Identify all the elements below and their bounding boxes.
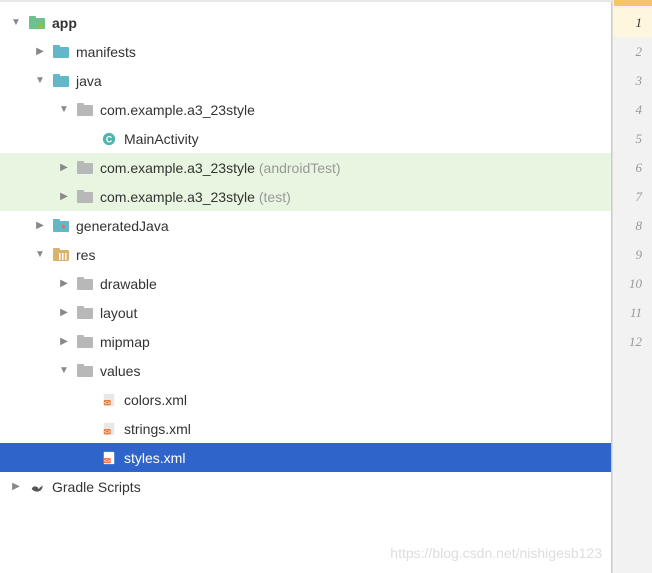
tree-item-label: styles.xml <box>124 450 185 466</box>
package-icon <box>76 102 94 118</box>
tree-item-manifests[interactable]: ▶ manifests <box>0 37 611 66</box>
tree-item-layout[interactable]: ▶ layout <box>0 298 611 327</box>
tree-item-label: drawable <box>100 276 157 292</box>
gutter-line-number: 2 <box>613 37 652 66</box>
xml-icon: <> <box>100 421 118 437</box>
tree-item-styles-xml[interactable]: <> styles.xml <box>0 443 611 472</box>
tree-item-com-example-a3-23style[interactable]: ▶ com.example.a3_23style(test) <box>0 182 611 211</box>
tree-item-label: com.example.a3_23style <box>100 102 255 118</box>
gutter-line-number: 4 <box>613 95 652 124</box>
xml-icon: <> <box>100 450 118 466</box>
package-icon <box>76 160 94 176</box>
tree-item-label: mipmap <box>100 334 150 350</box>
tree-item-drawable[interactable]: ▶ drawable <box>0 269 611 298</box>
package-icon <box>76 276 94 292</box>
tree-item-label: generatedJava <box>76 218 169 234</box>
gutter-line-number: 6 <box>613 153 652 182</box>
tree-item-suffix: (test) <box>259 189 291 205</box>
package-icon <box>76 363 94 379</box>
package-icon <box>76 189 94 205</box>
chevron-down-icon[interactable]: ▼ <box>56 102 72 118</box>
gutter-line-number: 10 <box>613 269 652 298</box>
tree-item-label: com.example.a3_23style <box>100 189 255 205</box>
chevron-right-icon[interactable]: ▶ <box>56 276 72 292</box>
folder-teal-icon <box>52 44 70 60</box>
tree-item-colors-xml[interactable]: <> colors.xml <box>0 385 611 414</box>
tree-item-app[interactable]: ▼ app <box>0 8 611 37</box>
tree-item-mainactivity[interactable]: C MainActivity <box>0 124 611 153</box>
svg-text:<>: <> <box>104 429 110 435</box>
package-icon <box>76 334 94 350</box>
tree-item-values[interactable]: ▼ values <box>0 356 611 385</box>
chevron-right-icon[interactable]: ▶ <box>32 218 48 234</box>
tree-item-label: res <box>76 247 95 263</box>
gutter-line-number: 12 <box>613 327 652 356</box>
gutter-line-number: 7 <box>613 182 652 211</box>
tree-item-suffix: (androidTest) <box>259 160 341 176</box>
tree-item-label: Gradle Scripts <box>52 479 141 495</box>
chevron-right-icon[interactable]: ▶ <box>56 305 72 321</box>
tree-item-com-example-a3-23style[interactable]: ▶ com.example.a3_23style(androidTest) <box>0 153 611 182</box>
editor-gutter: 123456789101112 <box>612 0 652 573</box>
gutter-line-number: 3 <box>613 66 652 95</box>
tree-item-label: manifests <box>76 44 136 60</box>
tree-item-mipmap[interactable]: ▶ mipmap <box>0 327 611 356</box>
tree-item-label: layout <box>100 305 137 321</box>
gutter-line-number: 1 <box>613 8 652 37</box>
tree-item-gradle-scripts[interactable]: ▶ Gradle Scripts <box>0 472 611 501</box>
gradle-icon <box>28 479 46 495</box>
gutter-line-number: 5 <box>613 124 652 153</box>
tree-item-label: MainActivity <box>124 131 199 147</box>
gutter-line-number: 11 <box>613 298 652 327</box>
chevron-down-icon[interactable]: ▼ <box>32 73 48 89</box>
chevron-down-icon[interactable]: ▼ <box>8 15 24 31</box>
tree-item-label: values <box>100 363 140 379</box>
tree-item-com-example-a3-23style[interactable]: ▼ com.example.a3_23style <box>0 95 611 124</box>
svg-text:C: C <box>106 134 113 144</box>
res-folder-icon <box>52 247 70 263</box>
chevron-right-icon[interactable]: ▶ <box>32 44 48 60</box>
tree-item-strings-xml[interactable]: <> strings.xml <box>0 414 611 443</box>
folder-teal-icon <box>52 73 70 89</box>
chevron-right-icon[interactable]: ▶ <box>56 189 72 205</box>
package-icon <box>76 305 94 321</box>
tree-item-res[interactable]: ▼ res <box>0 240 611 269</box>
chevron-down-icon[interactable]: ▼ <box>32 247 48 263</box>
module-folder-icon <box>28 15 46 31</box>
class-c-icon: C <box>100 131 118 147</box>
gutter-line-number: 8 <box>613 211 652 240</box>
tree-item-generatedjava[interactable]: ▶ generatedJava <box>0 211 611 240</box>
chevron-down-icon[interactable]: ▼ <box>56 363 72 379</box>
project-tree-panel[interactable]: ▼app▶manifests▼java▼com.example.a3_23sty… <box>0 0 612 573</box>
chevron-right-icon[interactable]: ▶ <box>56 160 72 176</box>
tree-item-java[interactable]: ▼ java <box>0 66 611 95</box>
tree-item-label: colors.xml <box>124 392 187 408</box>
tree-item-label: com.example.a3_23style <box>100 160 255 176</box>
gutter-line-number: 9 <box>613 240 652 269</box>
chevron-right-icon[interactable]: ▶ <box>8 479 24 495</box>
chevron-right-icon[interactable]: ▶ <box>56 334 72 350</box>
svg-text:<>: <> <box>104 400 110 406</box>
tree-item-label: strings.xml <box>124 421 191 437</box>
xml-icon: <> <box>100 392 118 408</box>
tree-item-label: java <box>76 73 102 89</box>
svg-text:<>: <> <box>104 458 110 464</box>
gen-folder-icon <box>52 218 70 234</box>
tree-item-label: app <box>52 15 77 31</box>
